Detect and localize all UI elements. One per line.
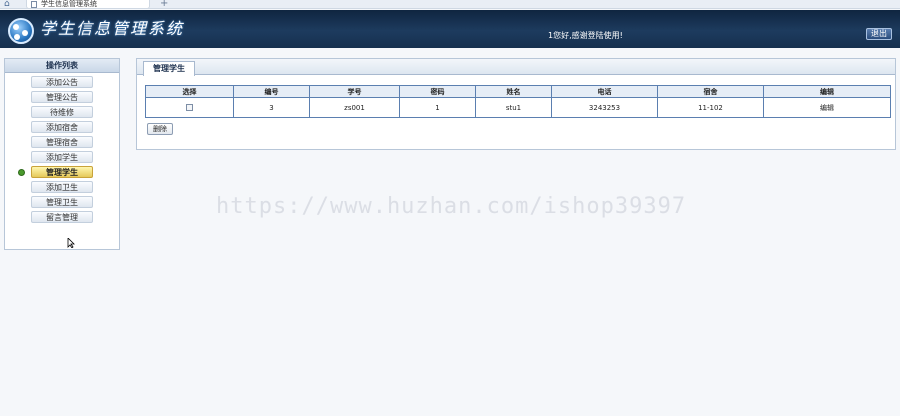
column-header-password: 密码 bbox=[399, 85, 476, 98]
browser-tab[interactable]: 学生信息管理系统 bbox=[26, 0, 150, 9]
sidebar-item-manage-dorm[interactable]: 管理宿舍 bbox=[31, 136, 93, 148]
content-area: 操作列表 添加公告 管理公告 待维修 添加宿舍 管理宿舍 添加学生 管理学生 添… bbox=[0, 52, 900, 416]
sidebar-item-add-notice[interactable]: 添加公告 bbox=[31, 76, 93, 88]
sidebar-item-manage-notice[interactable]: 管理公告 bbox=[31, 91, 93, 103]
active-indicator-icon bbox=[18, 169, 25, 176]
main-panel: 管理学生 选择 编号 学号 密码 姓名 电话 宿舍 编辑 3 zs001 1 s… bbox=[136, 58, 896, 150]
edit-link[interactable]: 编辑 bbox=[763, 97, 891, 118]
column-header-select: 选择 bbox=[145, 85, 234, 98]
browser-tab-strip: ⌂ 学生信息管理系统 + bbox=[0, 0, 900, 9]
delete-button[interactable]: 删除 bbox=[147, 123, 173, 135]
phone-cell: 3243253 bbox=[551, 97, 658, 118]
logo-icon bbox=[8, 18, 34, 44]
name-cell: stu1 bbox=[475, 97, 552, 118]
sidebar-item-add-hygiene[interactable]: 添加卫生 bbox=[31, 181, 93, 193]
sidebar-heading: 操作列表 bbox=[5, 59, 119, 73]
app-title: 学生信息管理系统 bbox=[40, 19, 185, 38]
home-icon[interactable]: ⌂ bbox=[4, 0, 10, 9]
sidebar-item-add-student[interactable]: 添加学生 bbox=[31, 151, 93, 163]
column-header-edit: 编辑 bbox=[763, 85, 891, 98]
sidebar-item-manage-student[interactable]: 管理学生 bbox=[18, 166, 93, 178]
table-header-row: 选择 编号 学号 密码 姓名 电话 宿舍 编辑 bbox=[145, 85, 891, 98]
watermark-text: https://www.huzhan.com/ishop39397 bbox=[216, 194, 687, 219]
tab-manage-student[interactable]: 管理学生 bbox=[143, 61, 195, 76]
sidebar-item-message-manage[interactable]: 留言管理 bbox=[31, 211, 93, 223]
select-cell bbox=[145, 97, 234, 118]
sidebar-item-label: 管理学生 bbox=[46, 168, 78, 177]
mouse-cursor-icon bbox=[67, 238, 75, 248]
id-cell: 3 bbox=[233, 97, 310, 118]
student-no-cell: zs001 bbox=[309, 97, 400, 118]
browser-tab-title: 学生信息管理系统 bbox=[41, 0, 97, 8]
student-table: 选择 编号 学号 密码 姓名 电话 宿舍 编辑 3 zs001 1 stu1 3… bbox=[145, 85, 891, 118]
logout-button[interactable]: 退出 bbox=[866, 28, 892, 40]
sidebar-item-manage-hygiene[interactable]: 管理卫生 bbox=[31, 196, 93, 208]
welcome-message: 1您好,感谢登陆使用! bbox=[548, 31, 623, 40]
password-cell: 1 bbox=[399, 97, 476, 118]
sidebar-item-add-dorm[interactable]: 添加宿舍 bbox=[31, 121, 93, 133]
column-header-dorm: 宿舍 bbox=[657, 85, 764, 98]
document-icon bbox=[31, 1, 37, 8]
sidebar: 操作列表 添加公告 管理公告 待维修 添加宿舍 管理宿舍 添加学生 管理学生 添… bbox=[4, 58, 120, 250]
column-header-name: 姓名 bbox=[475, 85, 552, 98]
sidebar-item-pending-repair[interactable]: 待维修 bbox=[31, 106, 93, 118]
new-tab-button[interactable]: + bbox=[160, 0, 168, 9]
app-header: 学生信息管理系统 1您好,感谢登陆使用! 退出 bbox=[0, 10, 900, 48]
column-header-student-no: 学号 bbox=[309, 85, 400, 98]
main-tab-bar: 管理学生 bbox=[137, 59, 895, 76]
column-header-id: 编号 bbox=[233, 85, 310, 98]
column-header-phone: 电话 bbox=[551, 85, 658, 98]
table-row: 3 zs001 1 stu1 3243253 11-102 编辑 bbox=[145, 97, 891, 118]
row-checkbox[interactable] bbox=[186, 104, 193, 111]
dorm-cell: 11-102 bbox=[657, 97, 764, 118]
